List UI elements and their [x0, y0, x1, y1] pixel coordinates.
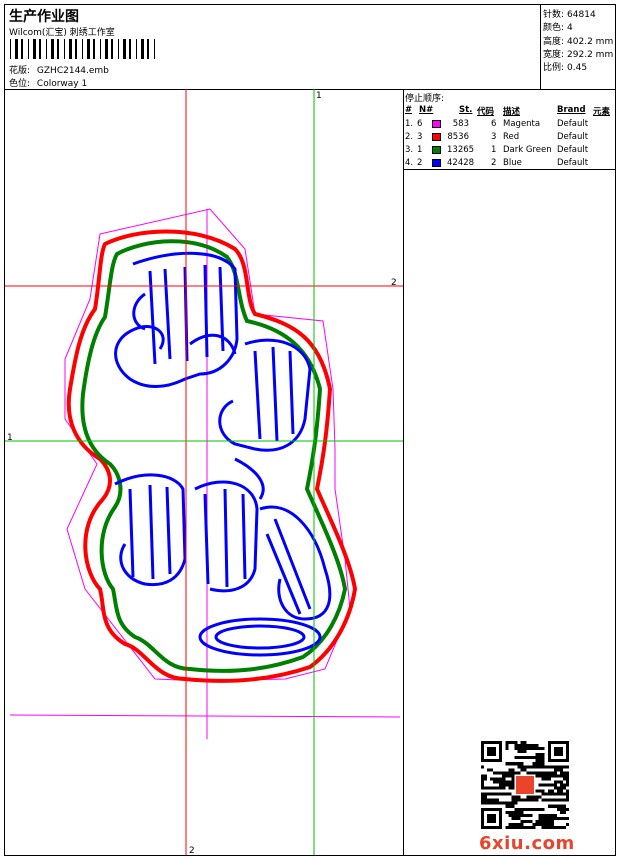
color-swatch	[432, 120, 441, 128]
studio-subtitle: Wilcom(汇宝) 刺绣工作室	[9, 28, 115, 38]
color-swatch	[432, 133, 441, 141]
watermark-logo: 6xiu.com	[479, 833, 575, 854]
colorway-label: 色位:	[9, 79, 31, 89]
colorway-line: 色位: Colorway 1	[9, 76, 87, 89]
seal-icon	[515, 775, 535, 795]
stop-sequence-title: 停止顺序:	[405, 94, 445, 104]
design-file: GZHC2144.emb	[36, 66, 109, 76]
color-swatch	[432, 146, 441, 154]
green-outline	[80, 239, 348, 673]
red-v-guide-label: 2	[189, 846, 195, 855]
header: 生产作业图 Wilcom(汇宝) 刺绣工作室 花版: GZHC2144.emb …	[5, 5, 540, 90]
page-title: 生产作业图	[9, 9, 79, 25]
col-st: St.	[459, 105, 473, 115]
colorway-value: Colorway 1	[36, 79, 88, 89]
stats-panel: 针数: 64814 颜色: 4 高度: 402.2 mm 宽度: 292.2 mm 比例…	[540, 5, 616, 90]
stat-scale: 比例: 0.45	[543, 63, 588, 73]
embroidery-artwork: 2 2 1 1	[5, 89, 403, 856]
col-elem: 元素	[593, 107, 611, 117]
green-h-guide-label: 1	[7, 433, 13, 443]
stat-colors: 颜色: 4	[543, 23, 573, 33]
stat-height: 高度: 402.2 mm	[543, 37, 614, 47]
stat-width: 宽度: 292.2 mm	[543, 50, 614, 60]
stop-sequence-panel: 停止顺序: # N# St. 代码 描述 Brand 元素 1. 6 583 6…	[403, 89, 615, 170]
green-v-guide-label: 1	[316, 91, 322, 101]
design-label: 花版:	[9, 66, 31, 76]
design-line: 花版: GZHC2144.emb	[9, 63, 109, 76]
col-n: N#	[419, 105, 434, 115]
red-h-guide-label: 2	[391, 278, 397, 288]
design-preview: 2 2 1 1	[5, 89, 404, 856]
color-swatch	[432, 159, 441, 167]
col-desc: 描述	[503, 107, 521, 117]
barcode-icon	[10, 39, 155, 59]
production-sheet: 生产作业图 Wilcom(汇宝) 刺绣工作室 花版: GZHC2144.emb …	[4, 4, 616, 856]
blue-lettering	[114, 251, 332, 657]
col-num: #	[405, 105, 413, 115]
stat-stitches: 针数: 64814	[543, 10, 596, 20]
qr-code-icon	[481, 741, 569, 829]
magenta-arc	[9, 714, 401, 718]
col-code: 代码	[477, 107, 495, 117]
col-brand: Brand	[557, 105, 586, 115]
